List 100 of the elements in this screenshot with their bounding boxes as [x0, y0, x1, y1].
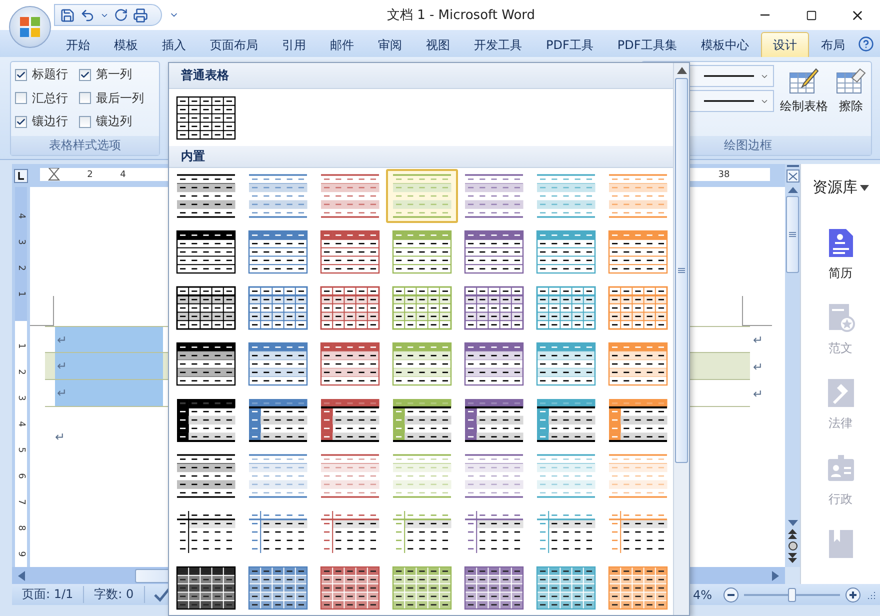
table-style-preview-icon [608, 398, 668, 442]
table-style-preview-icon [464, 342, 524, 386]
zoom-slider-thumb[interactable] [788, 588, 796, 602]
previous-page-icon[interactable] [788, 529, 797, 539]
table-eraser-icon [836, 67, 866, 95]
panel-title[interactable]: 资源库 [812, 178, 858, 197]
ribbon-tab[interactable]: PDF工具集 [605, 32, 689, 57]
ruler-toggle-icon[interactable] [786, 164, 800, 184]
ruler-number: 2 [15, 264, 27, 273]
word-count[interactable]: 字数: 0 [84, 586, 145, 603]
scroll-up-icon[interactable] [676, 67, 686, 74]
table-style-preview-icon [392, 454, 452, 498]
table-style-preview-icon [176, 398, 236, 442]
document-star-icon [826, 302, 854, 334]
zoom-in-icon[interactable] [845, 586, 861, 602]
table-style-preview-icon [608, 566, 668, 610]
checkbox[interactable] [79, 92, 91, 104]
ribbon-tab[interactable]: 模板中心 [688, 32, 761, 57]
ribbon-tab[interactable]: 审阅 [366, 32, 414, 57]
table-style-preview-icon [248, 174, 308, 218]
table-style-preview-icon [392, 566, 452, 610]
ribbon-tab[interactable]: 开发工具 [462, 32, 534, 57]
ribbon-tab[interactable]: 视图 [414, 32, 462, 57]
checkbox[interactable] [15, 68, 27, 80]
table-style-preview-icon [320, 230, 380, 274]
proofing-check-icon[interactable] [152, 586, 171, 602]
page-count[interactable]: 页面: 1/1 [12, 586, 84, 603]
draw-table-button[interactable]: 绘制表格 [778, 65, 830, 133]
maximize-icon [806, 10, 816, 20]
resize-grip-icon[interactable] [866, 590, 876, 600]
checkbox[interactable] [15, 116, 27, 128]
caret-icon[interactable] [860, 184, 868, 190]
table-style-preview-icon [176, 96, 236, 140]
scroll-left-icon[interactable] [18, 570, 25, 580]
table-style-preview-icon [536, 454, 596, 498]
resource-category[interactable]: 简历 [826, 227, 854, 284]
ruler-number: 1 [15, 290, 27, 299]
checkbox[interactable] [79, 68, 91, 80]
table-style-preview-icon [608, 342, 668, 386]
table-style-preview-icon [392, 286, 452, 330]
text-boundary-mark [30, 296, 54, 326]
ribbon-tab[interactable]: 引用 [270, 32, 318, 57]
table-style-preview-icon [248, 398, 308, 442]
table-style-preview-icon [248, 454, 308, 498]
ribbon-tab[interactable]: 模板 [102, 32, 150, 57]
line-sample-icon [704, 75, 754, 77]
table-style-preview-icon [320, 174, 380, 218]
scrollbar-thumb[interactable] [675, 78, 688, 463]
ribbon-tab[interactable]: PDF工具 [534, 32, 606, 57]
table-style-preview-icon [464, 286, 524, 330]
table-style-preview-icon [320, 454, 380, 498]
indent-marker-icon[interactable] [48, 168, 60, 181]
checkbox-label: 汇总行 [32, 90, 68, 107]
help-icon[interactable] [858, 36, 874, 52]
ruler-number: 4 [119, 170, 127, 180]
next-page-icon[interactable] [788, 553, 797, 563]
eraser-button[interactable]: 擦除 [834, 65, 868, 133]
table-style-preview-icon [608, 510, 668, 554]
group-title: 表格样式选项 [11, 136, 159, 155]
ruler-number: 7 [15, 498, 27, 507]
scroll-down-icon[interactable] [788, 519, 798, 527]
table-style-preview-icon [536, 342, 596, 386]
ribbon-tab[interactable]: 页面布局 [198, 32, 270, 57]
scroll-right-icon[interactable] [772, 570, 779, 580]
ruler-number: 9 [15, 550, 27, 559]
table-style-preview-icon [608, 230, 668, 274]
table-style-preview-icon [248, 566, 308, 610]
office-logo-icon [18, 15, 42, 39]
ribbon-tab[interactable]: 设计 [760, 32, 809, 57]
ribbon-tab[interactable]: 插入 [150, 32, 198, 57]
table-style-preview-icon [392, 398, 452, 442]
table-style-preview-icon [608, 174, 668, 218]
table-style-preview-icon [320, 286, 380, 330]
bookmark-book-icon [826, 528, 854, 560]
browse-object-icon[interactable] [788, 541, 798, 551]
ribbon-tab[interactable]: 邮件 [318, 32, 366, 57]
table-style-preview-icon [176, 454, 236, 498]
checkbox[interactable] [79, 116, 91, 128]
ribbon-tab[interactable]: 布局 [808, 32, 857, 57]
zoom-percentage[interactable]: 4% [692, 588, 712, 602]
ruler-number: 4 [15, 420, 27, 429]
checkbox-label: 镶边列 [96, 113, 132, 130]
checkbox-label: 第一列 [96, 66, 132, 83]
ruler-number: 6 [15, 472, 27, 481]
tab-stop-icon[interactable] [14, 168, 28, 182]
checkbox-label: 镶边行 [32, 113, 68, 130]
text-boundary-mark [742, 296, 772, 326]
ribbon-tab[interactable]: 开始 [54, 32, 102, 57]
scroll-up-icon[interactable] [788, 186, 798, 194]
table-style-preview-icon [536, 566, 596, 610]
table-style-preview-icon [464, 510, 524, 554]
zoom-out-icon[interactable] [723, 586, 739, 602]
ruler-number: 3 [15, 238, 27, 247]
window-title: 文档 1 - Microsoft Word [386, 7, 536, 24]
ruler-number: 2 [15, 368, 27, 377]
table-style-preview-icon [464, 230, 524, 274]
table-style-preview-icon [248, 230, 308, 274]
ruler-number: 2 [86, 170, 94, 180]
scrollbar-thumb[interactable] [786, 196, 799, 273]
checkbox[interactable] [15, 92, 27, 104]
